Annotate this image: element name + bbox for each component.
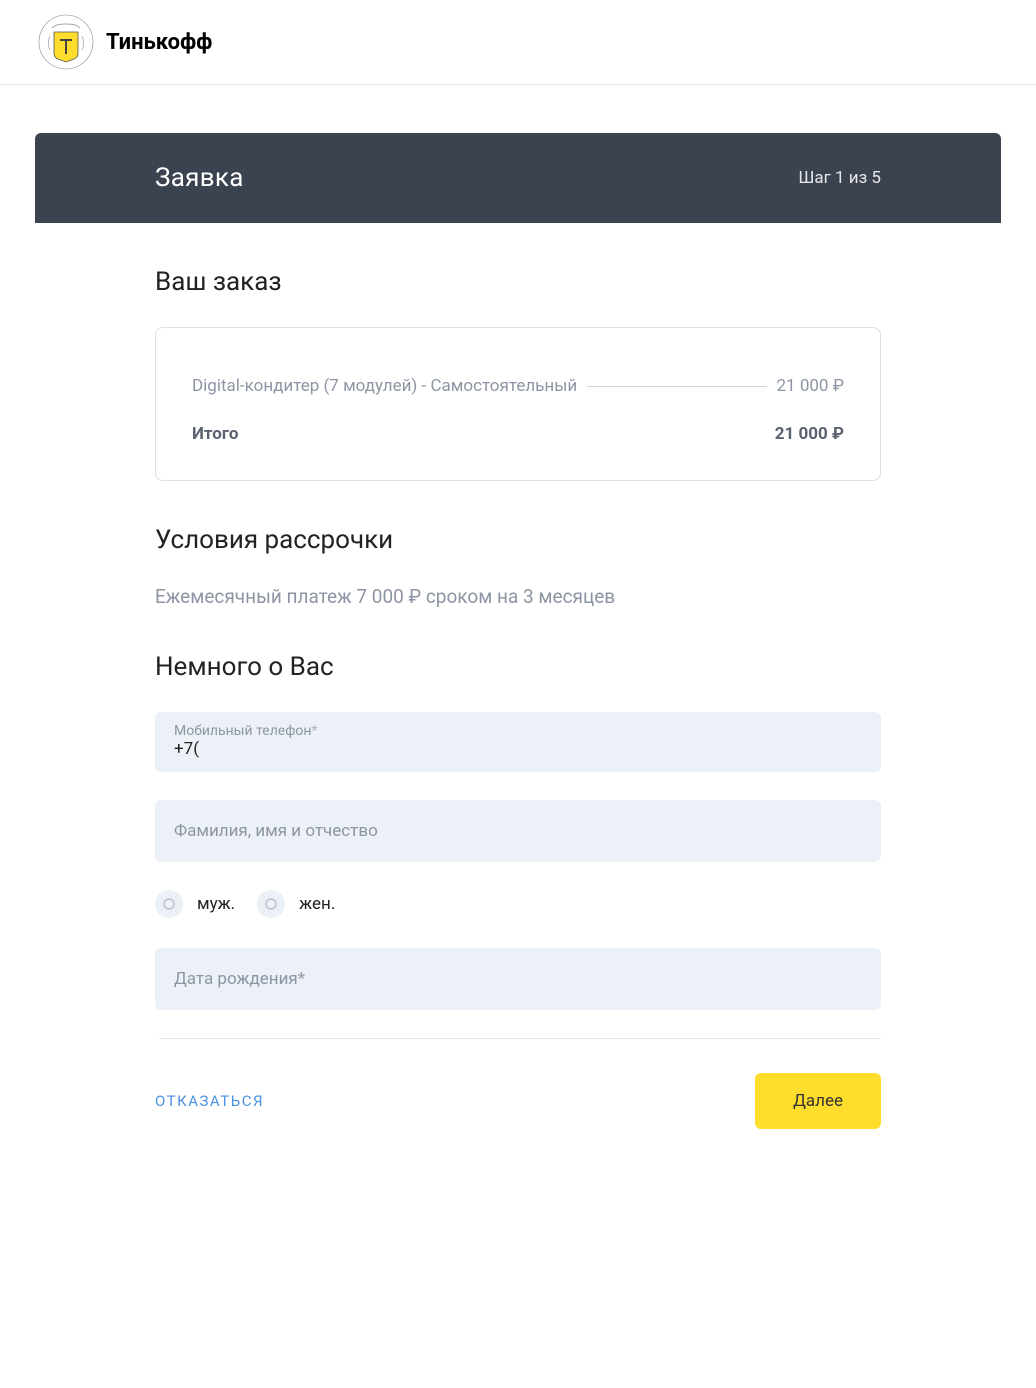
gender-group: муж. жен.	[155, 890, 881, 918]
installment-description: Ежемесячный платеж 7 000 ₽ сроком на 3 м…	[155, 585, 881, 608]
dob-field-wrap[interactable]: Дата рождения*	[155, 948, 881, 1010]
phone-field-wrap[interactable]: Мобильный телефон*	[155, 712, 881, 772]
gender-female-radio[interactable]	[257, 890, 285, 918]
order-heading: Ваш заказ	[155, 267, 881, 297]
about-heading: Немного о Вас	[155, 652, 881, 682]
step-indicator: Шаг 1 из 5	[798, 168, 881, 188]
divider-line	[159, 1038, 881, 1039]
tinkoff-logo-icon	[38, 14, 94, 70]
order-dotted-line	[587, 386, 766, 387]
installment-heading: Условия рассрочки	[155, 525, 881, 555]
order-item-name: Digital-кондитер (7 модулей) - Самостоят…	[192, 376, 577, 396]
phone-label: Мобильный телефон*	[174, 723, 862, 739]
order-summary-box: Digital-кондитер (7 модулей) - Самостоят…	[155, 327, 881, 481]
actions-row: ОТКАЗАТЬСЯ Далее	[155, 1073, 881, 1129]
fio-field-wrap[interactable]	[155, 800, 881, 862]
order-total-row: Итого 21 000 ₽	[192, 424, 844, 444]
order-total-value: 21 000 ₽	[775, 424, 844, 444]
gender-male-label: муж.	[197, 894, 235, 914]
panel-title: Заявка	[155, 163, 244, 193]
cancel-button[interactable]: ОТКАЗАТЬСЯ	[155, 1092, 264, 1110]
order-line-item: Digital-кондитер (7 модулей) - Самостоят…	[192, 376, 844, 396]
top-header: Тинькофф	[0, 0, 1036, 85]
order-item-price: 21 000 ₽	[777, 376, 845, 396]
gender-female-label: жен.	[299, 894, 335, 914]
brand-name: Тинькофф	[106, 30, 212, 55]
phone-input[interactable]	[174, 739, 862, 759]
fio-input[interactable]	[174, 821, 862, 841]
next-button[interactable]: Далее	[755, 1073, 881, 1129]
page-body: Заявка Шаг 1 из 5 Ваш заказ Digital-конд…	[0, 85, 1036, 1189]
dob-label: Дата рождения*	[174, 969, 305, 989]
order-total-label: Итого	[192, 424, 238, 444]
form-content: Ваш заказ Digital-кондитер (7 модулей) -…	[35, 267, 1001, 1129]
panel-header: Заявка Шаг 1 из 5	[35, 133, 1001, 223]
gender-male-radio[interactable]	[155, 890, 183, 918]
